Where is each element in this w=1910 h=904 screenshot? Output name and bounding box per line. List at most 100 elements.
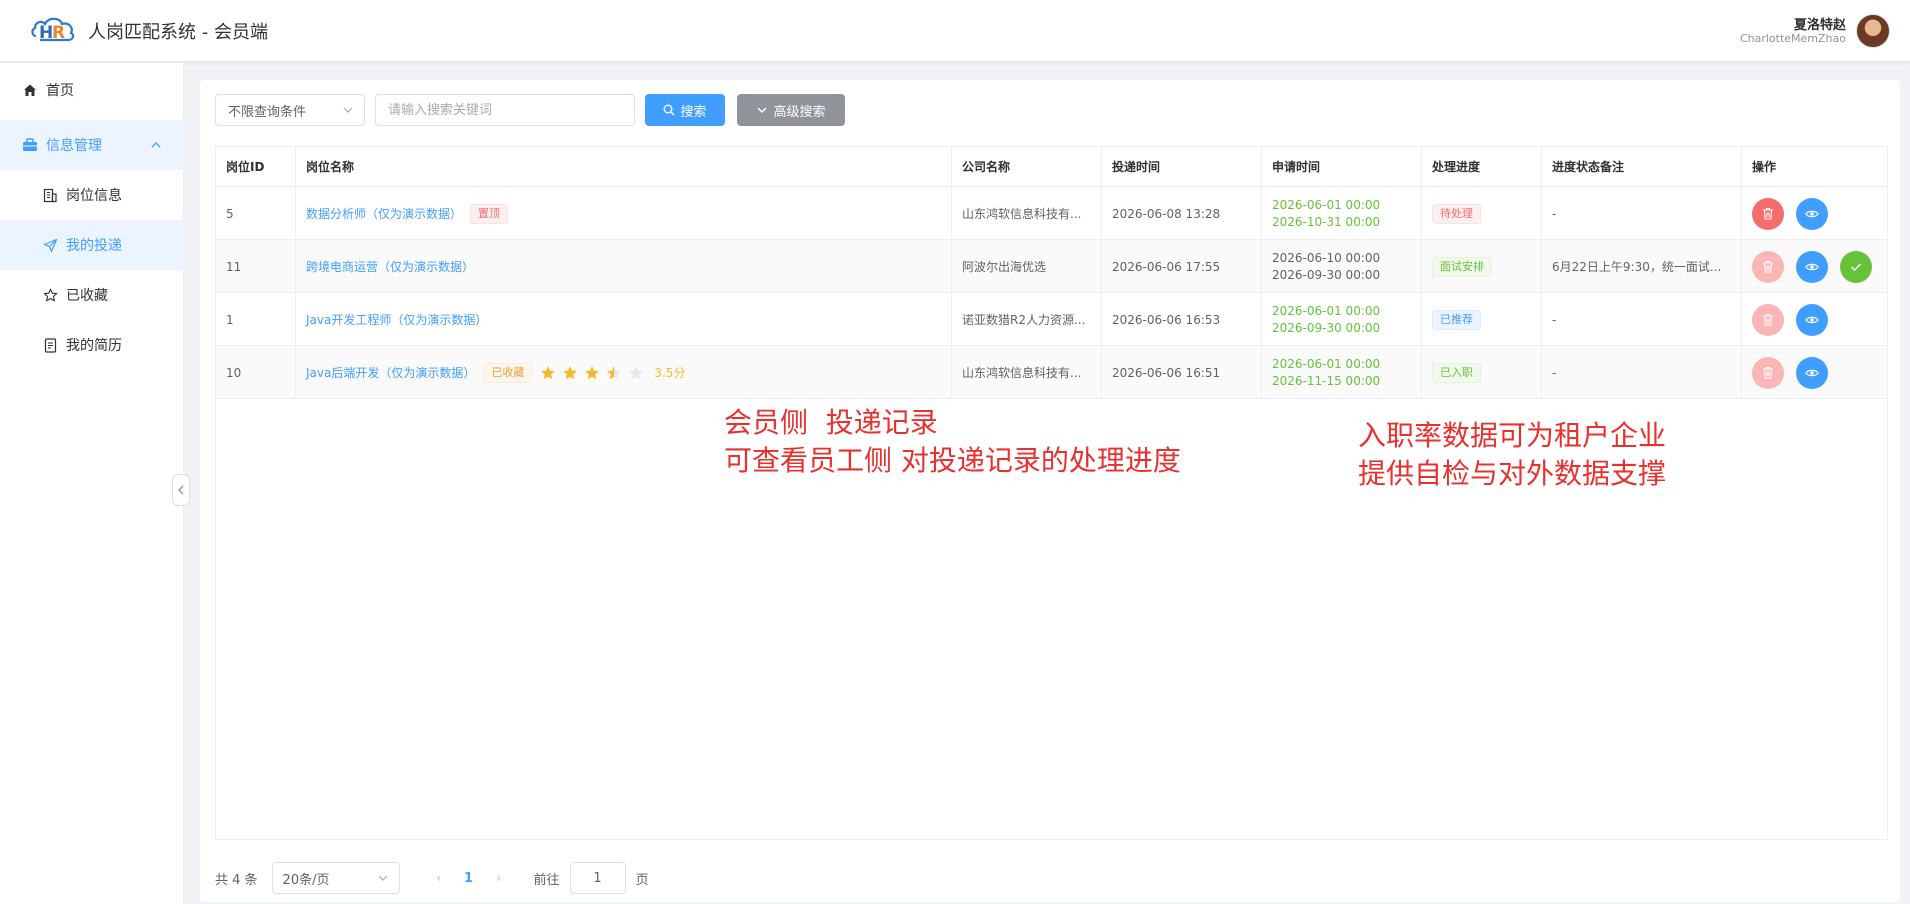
chevron-down-icon <box>757 107 767 113</box>
svg-text:R: R <box>52 23 65 43</box>
delete-button[interactable] <box>1752 250 1784 283</box>
cell-company: 山东鸿软信息科技有... <box>952 187 1102 240</box>
job-title-link[interactable]: Java开发工程师（仅为演示数据） <box>306 311 487 328</box>
goto-page-input[interactable] <box>569 862 626 894</box>
table-row: 1 Java开发工程师（仅为演示数据） 诺亚数猎R2人力资源... 2026-0… <box>216 293 1887 346</box>
goto-label: 前往 <box>533 872 560 888</box>
user-account: CharlotteMemZhao <box>1739 32 1846 45</box>
view-button[interactable] <box>1796 356 1828 389</box>
annotation-left-line2: 可查看员工侧 对投递记录的处理进度 <box>724 444 1181 477</box>
sidebar: 首页 信息管理 岗位信息 我的投递 已收藏 我的简历 <box>0 63 184 904</box>
cell-status: 待处理 <box>1422 187 1542 240</box>
job-title-link[interactable]: Java后端开发（仅为演示数据） <box>306 364 475 381</box>
sidebar-group-info-management[interactable]: 信息管理 <box>0 120 184 170</box>
view-button[interactable] <box>1796 197 1828 230</box>
trash-icon <box>1763 207 1773 220</box>
avatar[interactable] <box>1856 14 1890 48</box>
advanced-search-label: 高级搜索 <box>773 104 826 120</box>
annotation-right: 入职率数据可为租户企业 提供自检与对外数据支撑 <box>1358 417 1666 493</box>
company-name: 山东鸿软信息科技有... <box>962 207 1082 221</box>
cell-id: 5 <box>216 187 296 240</box>
prev-page-button[interactable]: ‹ <box>424 871 454 886</box>
cell-submit-time: 2026-06-06 16:53 <box>1102 293 1262 346</box>
sidebar-item-my-resume[interactable]: 我的简历 <box>0 320 184 370</box>
star-icon <box>541 365 556 379</box>
annotation-left-line1: 会员侧 投递记录 <box>724 406 938 439</box>
apply-end: 2026-10-31 00:00 <box>1272 214 1381 229</box>
page-size-select[interactable]: 20条/页 <box>271 862 400 894</box>
star-icon <box>629 365 644 379</box>
annotation-left: 会员侧 投递记录 可查看员工侧 对投递记录的处理进度 <box>724 404 1181 480</box>
confirm-button[interactable] <box>1840 250 1872 283</box>
apply-start: 2026-06-10 00:00 <box>1272 250 1381 265</box>
applications-table: 岗位ID 岗位名称 公司名称 投递时间 申请时间 处理进度 进度状态备注 操作 … <box>215 146 1888 840</box>
cell-note: - <box>1542 293 1742 346</box>
pagination: 共 4 条 20条/页 ‹ 1 › 前往 页 <box>215 862 649 894</box>
chevron-down-icon <box>343 107 353 113</box>
page-size-value: 20条/页 <box>282 872 330 888</box>
page-number[interactable]: 1 <box>454 871 484 886</box>
job-title-link[interactable]: 跨境电商运营（仅为演示数据） <box>306 258 474 275</box>
document-icon <box>42 337 58 353</box>
page-suffix: 页 <box>635 872 649 888</box>
cell-apply-time: 2026-06-10 00:00 2026-09-30 00:00 <box>1262 240 1422 293</box>
sidebar-item-favorites[interactable]: 已收藏 <box>0 270 184 320</box>
cell-status: 已入职 <box>1422 346 1542 399</box>
delete-button[interactable] <box>1752 356 1784 389</box>
advanced-search-button[interactable]: 高级搜索 <box>737 94 845 126</box>
apply-start: 2026-06-01 00:00 <box>1272 303 1381 318</box>
cell-apply-time: 2026-06-01 00:00 2026-11-15 00:00 <box>1262 346 1422 399</box>
cell-company: 阿波尔出海优选 <box>952 240 1102 293</box>
trash-icon <box>1763 313 1773 326</box>
status-badge: 面试安排 <box>1432 256 1492 277</box>
view-button[interactable] <box>1796 303 1828 336</box>
star-icon <box>42 287 58 303</box>
search-button[interactable]: 搜索 <box>645 94 725 126</box>
search-icon <box>663 104 675 116</box>
column-header-job: 岗位名称 <box>296 147 952 187</box>
cell-note: 6月22日上午9:30，统一面试... <box>1542 240 1742 293</box>
sidebar-collapse-button[interactable] <box>172 474 190 506</box>
next-page-button[interactable]: › <box>484 871 514 886</box>
star-icon <box>607 365 622 379</box>
search-input[interactable] <box>375 94 635 126</box>
delete-button[interactable] <box>1752 197 1784 230</box>
cell-note: - <box>1542 187 1742 240</box>
cell-actions <box>1742 240 1887 293</box>
user-name[interactable]: 夏洛特赵 <box>1794 14 1846 33</box>
cell-submit-time: 2026-06-06 16:51 <box>1102 346 1262 399</box>
cell-company: 山东鸿软信息科技有... <box>952 346 1102 399</box>
sidebar-item-home[interactable]: 首页 <box>0 65 184 115</box>
cell-company: 诺亚数猎R2人力资源... <box>952 293 1102 346</box>
eye-icon <box>1805 263 1819 270</box>
apply-end: 2026-09-30 00:00 <box>1272 267 1381 282</box>
pinned-tag: 置顶 <box>470 203 509 224</box>
trash-icon <box>1763 260 1773 273</box>
delete-button[interactable] <box>1752 303 1784 336</box>
apply-end: 2026-11-15 00:00 <box>1272 373 1381 388</box>
status-badge: 已入职 <box>1432 362 1481 383</box>
cell-job: Java开发工程师（仅为演示数据） <box>296 293 952 346</box>
send-icon <box>42 237 58 253</box>
company-name: 山东鸿软信息科技有... <box>962 366 1082 380</box>
sidebar-item-my-applications[interactable]: 我的投递 <box>0 220 184 270</box>
table-row: 10 Java后端开发（仅为演示数据） 已收藏 3.5分 山东鸿软信息科技有..… <box>216 346 1887 399</box>
column-header-note: 进度状态备注 <box>1542 147 1742 187</box>
apply-start: 2026-06-01 00:00 <box>1272 356 1381 371</box>
cell-job: 跨境电商运营（仅为演示数据） <box>296 240 952 293</box>
search-button-label: 搜索 <box>680 104 707 120</box>
cell-status: 已推荐 <box>1422 293 1542 346</box>
sidebar-item-label: 首页 <box>46 83 74 99</box>
cell-job: Java后端开发（仅为演示数据） 已收藏 3.5分 <box>296 346 952 399</box>
query-condition-select[interactable]: 不限查询条件 <box>215 94 365 126</box>
eye-icon <box>1805 316 1819 323</box>
view-button[interactable] <box>1796 250 1828 283</box>
favorited-tag: 已收藏 <box>483 362 533 383</box>
progress-note: 6月22日上午9:30，统一面试... <box>1552 260 1722 274</box>
job-title-link[interactable]: 数据分析师（仅为演示数据） <box>306 205 462 222</box>
status-badge: 已推荐 <box>1432 309 1481 330</box>
cell-actions <box>1742 346 1887 399</box>
sidebar-item-job-info[interactable]: 岗位信息 <box>0 170 184 220</box>
check-icon <box>1850 262 1862 271</box>
cell-status: 面试安排 <box>1422 240 1542 293</box>
